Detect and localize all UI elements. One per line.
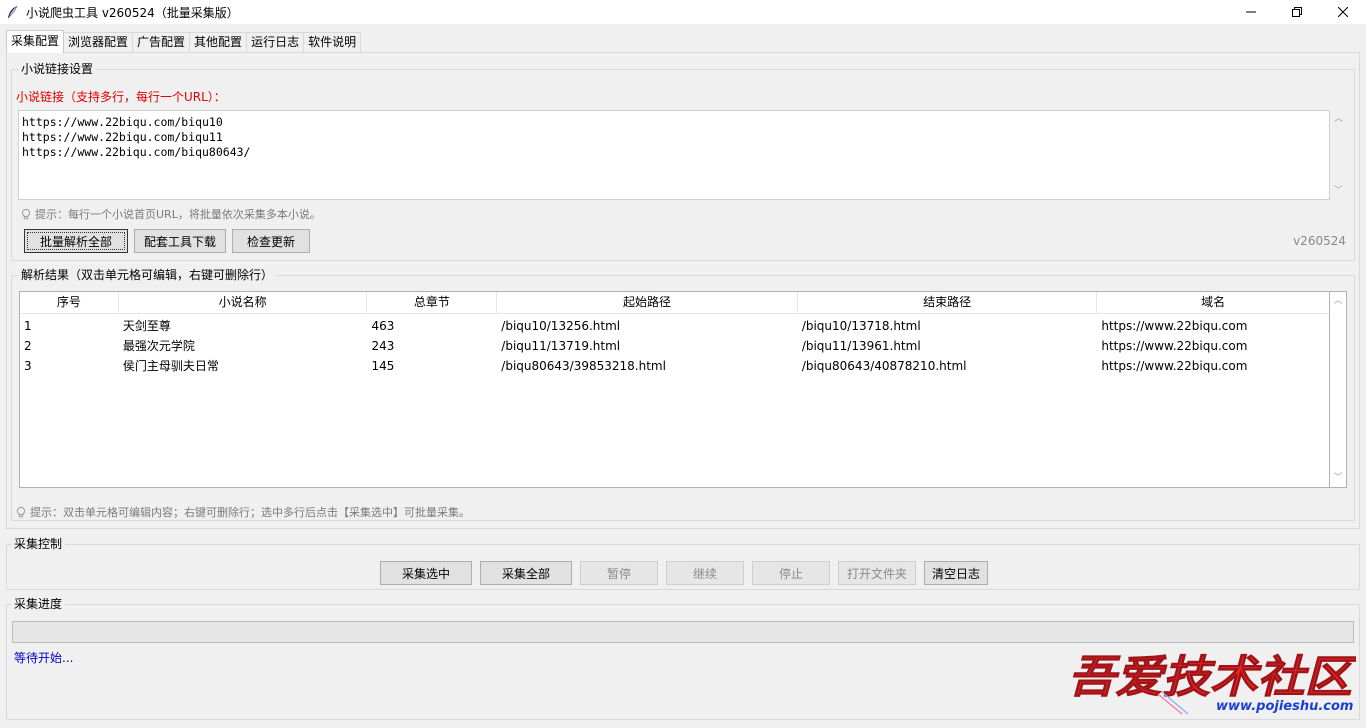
column-header-name[interactable]: 小说名称 — [119, 292, 368, 314]
status-text: 等待开始... — [14, 651, 74, 665]
url-textarea[interactable]: https://www.22biqu.com/biqu10 https://ww… — [18, 110, 1330, 200]
result-hint: 提示：双击单元格可编辑内容；右键可删除行；选中多行后点击【采集选中】可批量采集。 — [15, 504, 470, 520]
column-header-end-path[interactable]: 结束路径 — [798, 292, 1098, 314]
url-hint: 提示：每行一个小说首页URL，将批量依次采集多本小说。 — [20, 206, 321, 222]
pause-button[interactable]: 暂停 — [580, 561, 658, 585]
result-table-scrollbar[interactable]: ︿ ﹀ — [1330, 291, 1347, 488]
table-header: 序号 小说名称 总章节 起始路径 结束路径 域名 — [20, 292, 1329, 314]
url-line: https://www.22biqu.com/biqu80643/ — [22, 145, 251, 159]
url-hint-text: 提示：每行一个小说首页URL，将批量依次采集多本小说。 — [35, 208, 321, 221]
scroll-down-icon[interactable]: ﹀ — [1333, 473, 1342, 483]
tab-bar: 采集配置 浏览器配置 广告配置 其他配置 运行日志 软件说明 — [6, 30, 362, 53]
result-title: 解析结果（双击单元格可编辑，右键可删除行） — [18, 267, 277, 283]
download-tool-button[interactable]: 配套工具下载 — [134, 229, 226, 253]
clear-log-button[interactable]: 清空日志 — [924, 561, 988, 585]
tab-software-info[interactable]: 软件说明 — [303, 32, 362, 53]
url-line: https://www.22biqu.com/biqu10 — [22, 115, 223, 129]
cell-chapters: 145 — [371, 359, 395, 373]
result-group: 解析结果（双击单元格可编辑，右键可删除行） 序号 小说名称 总章节 起始路径 结… — [11, 267, 1355, 521]
collect-selected-button[interactable]: 采集选中 — [380, 561, 472, 585]
resume-button[interactable]: 继续 — [666, 561, 744, 585]
column-header-index[interactable]: 序号 — [20, 292, 119, 314]
svg-text:www.pojieshu.com: www.pojieshu.com — [1216, 699, 1353, 714]
tab-other-config[interactable]: 其他配置 — [189, 32, 248, 53]
stop-button[interactable]: 停止 — [752, 561, 830, 585]
link-settings-title: 小说链接设置 — [18, 61, 97, 77]
lightbulb-icon — [21, 208, 31, 220]
cell-name: 侯门主母驯夫日常 — [122, 359, 219, 373]
tab-ad-config[interactable]: 广告配置 — [132, 32, 191, 53]
tab-run-log[interactable]: 运行日志 — [246, 32, 305, 53]
minimize-icon — [1246, 11, 1256, 13]
cell-end-path: /biqu80643/40878210.html — [801, 359, 967, 373]
column-header-domain[interactable]: 域名 — [1097, 292, 1329, 314]
scroll-down-icon[interactable]: ﹀ — [1334, 186, 1343, 196]
link-settings-group: 小说链接设置 小说链接（支持多行，每行一个URL）： https://www.2… — [11, 61, 1355, 261]
cell-name: 天剑至尊 — [122, 319, 171, 333]
lightbulb-icon — [16, 506, 26, 518]
cell-end-path: /biqu10/13718.html — [801, 319, 921, 333]
collect-all-button[interactable]: 采集全部 — [480, 561, 572, 585]
table-row[interactable]: 3 侯门主母驯夫日常 145 /biqu80643/39853218.html … — [20, 356, 1329, 376]
url-textarea-scrollbar[interactable]: ︿ ﹀ — [1330, 110, 1347, 200]
column-header-chapters[interactable]: 总章节 — [367, 292, 498, 314]
cell-index: 1 — [24, 319, 32, 333]
tab-panel-collect-config: 小说链接设置 小说链接（支持多行，每行一个URL）： https://www.2… — [6, 52, 1360, 529]
cell-start-path: /biqu10/13256.html — [501, 319, 621, 333]
table-row[interactable]: 2 最强次元学院 243 /biqu11/13719.html /biqu11/… — [20, 336, 1329, 356]
watermark-logo: 吾爱技术社区 www.pojieshu.com — [1068, 652, 1356, 715]
cell-index: 3 — [24, 359, 32, 373]
scroll-up-icon[interactable]: ︿ — [1334, 114, 1343, 124]
collect-control-group: 采集控制 采集选中 采集全部 暂停 继续 停止 打开文件夹 清空日志 — [6, 536, 1360, 590]
open-folder-button[interactable]: 打开文件夹 — [838, 561, 916, 585]
url-input-label: 小说链接（支持多行，每行一个URL）： — [16, 90, 226, 104]
cell-name: 最强次元学院 — [122, 339, 195, 353]
cell-domain: https://www.22biqu.com — [1101, 339, 1248, 353]
result-table[interactable]: 序号 小说名称 总章节 起始路径 结束路径 域名 1 天剑至尊 463 /biq… — [19, 291, 1330, 488]
tab-browser-config[interactable]: 浏览器配置 — [63, 32, 134, 53]
cell-start-path: /biqu11/13719.html — [501, 339, 621, 353]
maximize-button[interactable] — [1274, 0, 1320, 24]
url-line: https://www.22biqu.com/biqu11 — [22, 130, 223, 144]
window-title: 小说爬虫工具 v260524（批量采集版） — [26, 5, 239, 20]
cell-domain: https://www.22biqu.com — [1101, 319, 1248, 333]
title-bar: 小说爬虫工具 v260524（批量采集版） — [0, 0, 1366, 24]
progress-title: 采集进度 — [11, 596, 66, 612]
cell-domain: https://www.22biqu.com — [1101, 359, 1248, 373]
tab-collect-config[interactable]: 采集配置 — [6, 30, 65, 53]
cell-chapters: 463 — [371, 319, 395, 333]
parse-all-button[interactable]: 批量解析全部 — [24, 229, 128, 253]
minimize-button[interactable] — [1228, 0, 1274, 24]
collect-control-title: 采集控制 — [11, 536, 66, 552]
table-row[interactable]: 1 天剑至尊 463 /biqu10/13256.html /biqu10/13… — [20, 316, 1329, 336]
cell-end-path: /biqu11/13961.html — [801, 339, 921, 353]
feather-icon — [8, 5, 18, 18]
version-label: v260524 — [1293, 234, 1346, 248]
restore-icon — [1292, 7, 1302, 17]
close-icon — [1338, 7, 1348, 17]
column-header-start-path[interactable]: 起始路径 — [497, 292, 798, 314]
check-update-button[interactable]: 检查更新 — [232, 229, 310, 253]
cell-index: 2 — [24, 339, 32, 353]
close-button[interactable] — [1320, 0, 1366, 24]
scroll-up-icon[interactable]: ︿ — [1333, 296, 1342, 306]
progress-bar — [12, 621, 1354, 643]
cell-start-path: /biqu80643/39853218.html — [501, 359, 666, 373]
result-hint-text: 提示：双击单元格可编辑内容；右键可删除行；选中多行后点击【采集选中】可批量采集。 — [30, 506, 470, 519]
cell-chapters: 243 — [371, 339, 395, 353]
svg-text:吾爱技术社区: 吾爱技术社区 — [1068, 652, 1356, 703]
